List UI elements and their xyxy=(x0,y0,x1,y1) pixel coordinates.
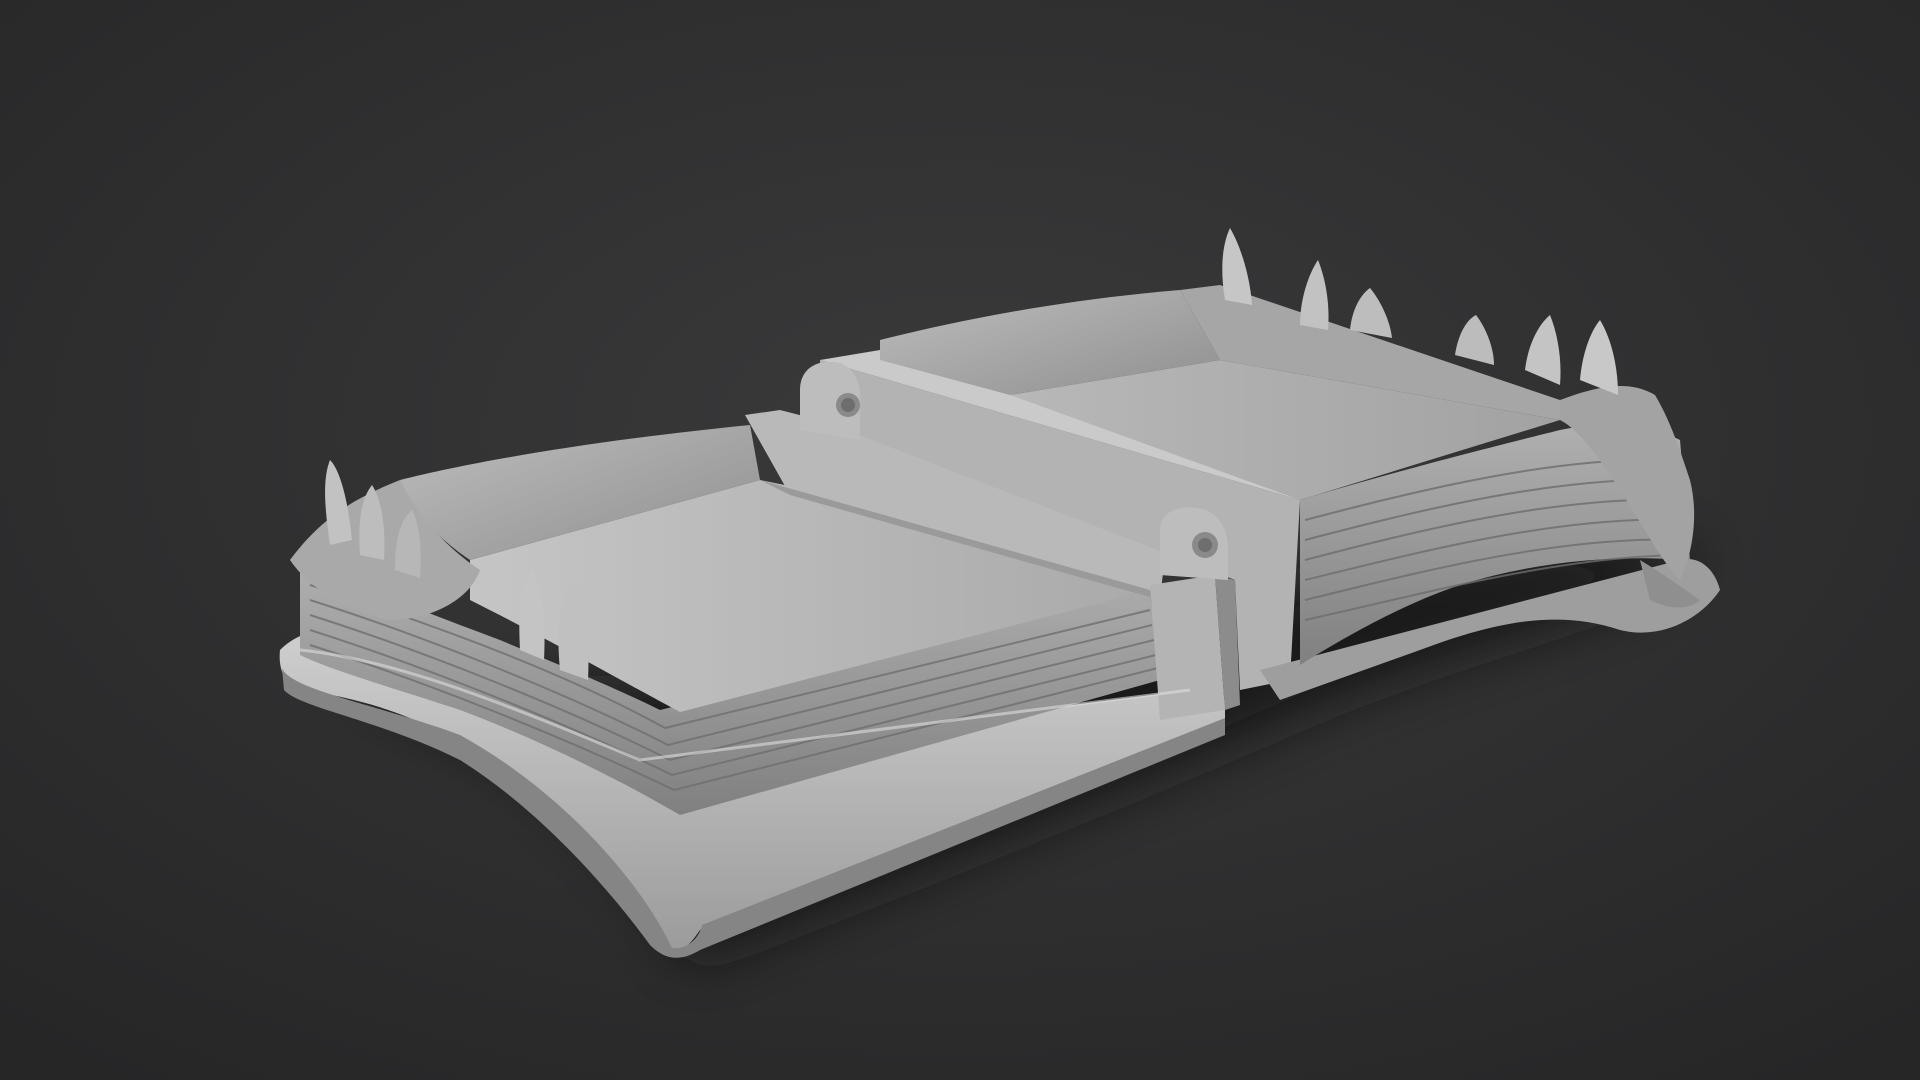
hinge-pin-back-inner xyxy=(841,398,855,412)
hinge-pin-front-inner xyxy=(1198,538,1212,552)
left-hinge-pillar xyxy=(1150,575,1225,720)
render-viewport xyxy=(0,0,1920,1080)
